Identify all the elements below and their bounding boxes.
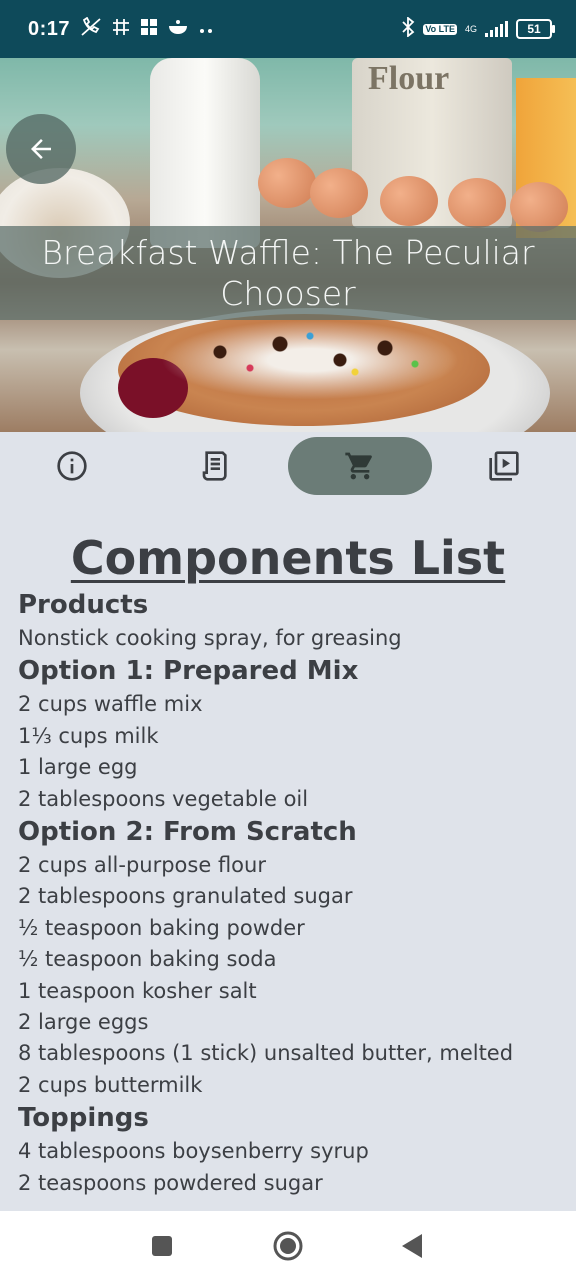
more-dots-icon bbox=[198, 19, 214, 39]
waffle-toppings-graphic bbox=[160, 320, 460, 400]
square-icon bbox=[152, 1236, 172, 1256]
home-button[interactable] bbox=[268, 1231, 308, 1261]
bowl-icon bbox=[168, 18, 188, 41]
apps-icon bbox=[140, 18, 158, 41]
back-button[interactable] bbox=[6, 114, 76, 184]
egg-graphic bbox=[448, 178, 506, 228]
signal-icon bbox=[485, 21, 508, 37]
egg-graphic bbox=[380, 176, 438, 226]
list-item: 8 tablespoons (1 stick) unsalted butter,… bbox=[18, 1041, 514, 1066]
receipt-icon bbox=[202, 451, 227, 481]
list-item: 2 cups all-purpose flour bbox=[18, 853, 266, 878]
call-muted-icon bbox=[80, 16, 102, 42]
recipe-title: Breakfast Waffle: The Peculiar Chooser bbox=[41, 233, 535, 313]
list-item: 2 teaspoons powdered sugar bbox=[18, 1170, 323, 1195]
list-item: ½ teaspoon baking powder bbox=[18, 915, 305, 940]
list-item: 2 large eggs bbox=[18, 1010, 149, 1035]
list-item: Nonstick cooking spray, for greasing bbox=[18, 626, 402, 650]
back-nav-button[interactable] bbox=[392, 1231, 432, 1261]
volte-badge: Vo LTE bbox=[423, 23, 457, 35]
ingredients-list: Components List Products Nonstick cookin… bbox=[18, 520, 558, 1199]
cart-icon bbox=[345, 452, 372, 480]
page-title: Components List bbox=[70, 531, 506, 585]
egg-graphic bbox=[310, 168, 368, 218]
video-library-icon bbox=[489, 451, 519, 481]
milk-bottle-graphic bbox=[150, 58, 260, 248]
bluetooth-icon bbox=[401, 15, 415, 42]
recipe-hero-image: Flour Breakfast Waffle: The Peculiar Cho… bbox=[0, 58, 576, 432]
status-left-icons bbox=[80, 16, 214, 42]
section-title: Products bbox=[18, 590, 149, 620]
tab-recipe[interactable] bbox=[144, 437, 288, 495]
list-item: 2 tablespoons granulated sugar bbox=[18, 884, 353, 909]
battery-icon: 51 bbox=[516, 19, 555, 39]
egg-graphic bbox=[258, 158, 316, 208]
list-item: 2 cups buttermilk bbox=[18, 1072, 203, 1097]
tab-video[interactable] bbox=[432, 437, 576, 495]
list-item: 2 cups waffle mix bbox=[18, 692, 203, 717]
tab-bar bbox=[0, 432, 576, 502]
title-band: Breakfast Waffle: The Peculiar Chooser bbox=[0, 226, 576, 320]
recents-button[interactable] bbox=[142, 1231, 182, 1261]
list-item: 4 tablespoons boysenberry syrup bbox=[18, 1139, 369, 1164]
info-icon bbox=[57, 451, 87, 481]
section-title: Option 2: From Scratch bbox=[18, 817, 357, 848]
grid-icon bbox=[112, 18, 130, 41]
arrow-back-icon bbox=[31, 139, 51, 159]
circle-icon bbox=[273, 1231, 303, 1261]
tab-info[interactable] bbox=[0, 437, 144, 495]
list-item: 1 large egg bbox=[18, 755, 138, 780]
status-time: 0:17 bbox=[28, 17, 71, 40]
list-item: 1 teaspoon kosher salt bbox=[18, 978, 257, 1003]
system-nav-bar bbox=[0, 1211, 576, 1280]
list-item: ½ teaspoon baking soda bbox=[18, 947, 277, 972]
section-title: Option 1: Prepared Mix bbox=[18, 656, 359, 687]
section-title: Toppings bbox=[18, 1103, 149, 1134]
flour-label: Flour bbox=[368, 60, 450, 97]
status-right-icons: Vo LTE 4G 51 bbox=[401, 15, 555, 42]
status-bar: 0:17 Vo LTE 4G 51 bbox=[0, 0, 576, 58]
triangle-back-icon bbox=[402, 1234, 422, 1258]
egg-graphic bbox=[510, 182, 568, 232]
network-type: 4G bbox=[464, 23, 477, 34]
list-item: 1⅓ cups milk bbox=[18, 723, 159, 748]
tab-ingredients[interactable] bbox=[288, 437, 432, 495]
list-item: 2 tablespoons vegetable oil bbox=[18, 786, 309, 811]
